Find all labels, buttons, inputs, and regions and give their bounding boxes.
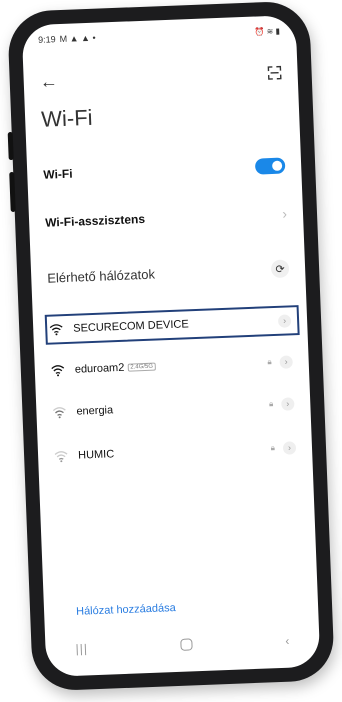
wifi-toggle-label: Wi-Fi (43, 166, 73, 182)
add-network-link[interactable]: Hálózat hozzáadása (76, 602, 176, 618)
qr-scan-icon[interactable] (267, 65, 282, 81)
lock-icon: 🔒︎ (270, 443, 276, 453)
network-name: energia (76, 404, 114, 418)
wifi-signal-full-icon (49, 324, 63, 336)
recent-apps-icon[interactable]: ||| (75, 641, 88, 655)
lock-icon: 🔒︎ (268, 399, 274, 409)
back-icon[interactable]: ‹ (285, 634, 290, 648)
wifi-signal-low-icon (54, 451, 68, 463)
wifi-signal-full-icon (51, 365, 65, 377)
wifi-toggle-row[interactable]: Wi-Fi (43, 157, 286, 182)
status-time: 9:19 (37, 34, 56, 45)
chevron-right-icon: › (282, 205, 288, 222)
band-badge: 2.4G/5G (127, 362, 157, 372)
network-row-eduroam2[interactable]: eduroam2 2.4G/5G 🔒︎ › (50, 349, 293, 382)
network-row-humic[interactable]: HUMIC 🔒︎ › (54, 435, 297, 468)
wifi-assistant-label: Wi-Fi-asszisztens (44, 211, 146, 230)
wifi-assistant-row[interactable]: Wi-Fi-asszisztens › (45, 205, 287, 230)
network-row-energia[interactable]: energia 🔒︎ › (52, 391, 295, 424)
network-name: HUMIC (77, 448, 115, 462)
network-details-button[interactable]: › (277, 313, 292, 328)
volume-button-lower (9, 171, 16, 213)
volume-button (7, 131, 14, 161)
available-networks-header: Elérhető hálózatok ⟳ (47, 259, 290, 286)
top-bar: ← (39, 64, 282, 93)
network-name: eduroam2 (74, 361, 125, 376)
network-details-button[interactable]: › (281, 396, 295, 411)
navigation-bar: ||| ‹ (75, 634, 289, 656)
phone-frame: 9:19 M ▲ ▲ • ⏰ ≋ ▮ ← Wi-Fi Wi-Fi Wi-Fi-a… (7, 0, 335, 692)
available-networks-label: Elérhető hálózatok (46, 266, 156, 286)
refresh-icon[interactable]: ⟳ (270, 259, 290, 279)
status-right-icons: ⏰ ≋ ▮ (254, 26, 281, 37)
page-title: Wi-Fi (40, 104, 93, 132)
screen: 9:19 M ▲ ▲ • ⏰ ≋ ▮ ← Wi-Fi Wi-Fi Wi-Fi-a… (21, 14, 321, 678)
network-details-button[interactable]: › (279, 354, 293, 369)
status-bar: 9:19 M ▲ ▲ • ⏰ ≋ ▮ (38, 24, 280, 47)
back-arrow-icon[interactable]: ← (39, 71, 58, 92)
network-details-button[interactable]: › (282, 440, 297, 455)
status-left-icons: M ▲ ▲ • (59, 32, 96, 45)
wifi-signal-medium-icon (52, 407, 66, 419)
wifi-toggle-switch[interactable] (254, 157, 286, 175)
network-name: SECURECOM DEVICE (73, 318, 189, 335)
home-icon[interactable] (180, 638, 193, 651)
lock-icon: 🔒︎ (267, 357, 272, 367)
